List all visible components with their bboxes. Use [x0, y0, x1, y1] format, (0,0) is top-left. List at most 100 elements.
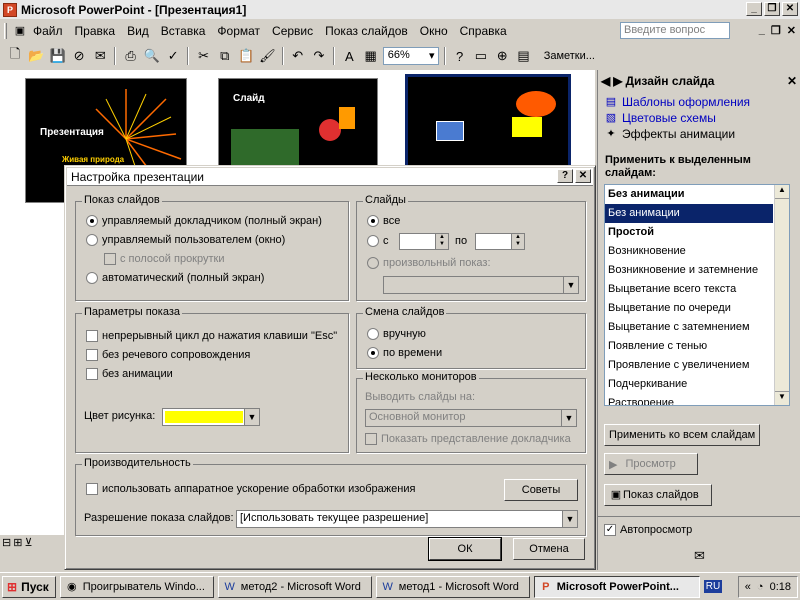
volume-icon[interactable]: ◔ — [757, 581, 764, 593]
opt-presenter-view[interactable]: Показать представление докладчика — [365, 433, 571, 445]
slideshow-button[interactable]: ▣ Показ слайдов — [604, 484, 712, 506]
display-monitor-select[interactable]: Основной монитор ▼ — [365, 409, 577, 427]
animation-list-item[interactable]: Выцветание всего текста — [605, 280, 773, 299]
dialog-help-button[interactable]: ? — [557, 169, 573, 183]
opt-scrollbar[interactable]: с полосой прокрутки — [104, 253, 224, 265]
animation-list-item[interactable]: Растворение — [605, 394, 773, 405]
slide-design-icon[interactable]: ▭ — [472, 46, 490, 66]
radio-individual[interactable] — [86, 234, 98, 246]
spelling-icon[interactable]: ✓ — [164, 46, 182, 66]
link-design-templates[interactable]: ▤ Шаблоны оформления — [604, 95, 750, 109]
dropdown-arrow-icon[interactable]: ▼ — [561, 410, 576, 426]
opt-manual[interactable]: вручную — [367, 328, 426, 340]
permission-icon[interactable]: ⊘ — [70, 46, 88, 66]
to-spinner[interactable]: ▲ ▼ — [475, 233, 525, 250]
opt-speaker[interactable]: управляемый докладчиком (полный экран) — [86, 215, 322, 227]
animation-list-item[interactable]: Появление с тенью — [605, 337, 773, 356]
ok-button[interactable]: ОК — [428, 537, 502, 561]
animation-list-item[interactable]: Подчеркивание — [605, 375, 773, 394]
redo-icon[interactable]: ↷ — [310, 46, 328, 66]
restore-button[interactable]: ❐ — [764, 2, 780, 16]
minimize-button[interactable]: _ — [746, 2, 762, 16]
radio-from[interactable] — [367, 235, 379, 247]
menu-insert[interactable]: Вставка — [155, 24, 212, 38]
menu-view[interactable]: Вид — [121, 24, 155, 38]
menu-window[interactable]: Окно — [414, 24, 454, 38]
scroll-down-icon[interactable]: ▼ — [775, 391, 789, 405]
scroll-up-icon[interactable]: ▲ — [775, 185, 789, 199]
menu-slideshow[interactable]: Показ слайдов — [319, 24, 414, 38]
grayscale-icon[interactable]: ▦ — [361, 46, 379, 66]
animation-list-item[interactable]: Проявление с увеличением — [605, 356, 773, 375]
email-icon[interactable]: ✉ — [91, 46, 109, 66]
menu-help[interactable]: Справка — [454, 24, 513, 38]
custom-show-select[interactable]: ▼ — [383, 276, 579, 294]
cut-icon[interactable]: ✂ — [194, 46, 212, 66]
checkbox-scrollbar[interactable] — [104, 253, 116, 265]
undo-icon[interactable]: ↶ — [289, 46, 307, 66]
tips-button[interactable]: Советы — [504, 479, 578, 501]
autopreview-checkbox[interactable]: ✓ — [604, 524, 616, 536]
radio-speaker[interactable] — [86, 215, 98, 227]
dialog-close-button[interactable]: ✕ — [575, 169, 591, 183]
animation-list-item[interactable]: Возникновение и затемнение — [605, 261, 773, 280]
opt-kiosk[interactable]: автоматический (полный экран) — [86, 272, 264, 284]
radio-kiosk[interactable] — [86, 272, 98, 284]
print-icon[interactable]: ⎙ — [121, 46, 139, 66]
format-painter-icon[interactable]: 🖌 — [258, 46, 276, 66]
doc-close-button[interactable]: ✕ — [787, 24, 796, 37]
radio-timings[interactable] — [367, 347, 379, 359]
back-icon[interactable]: ◀ — [601, 74, 610, 88]
notes-button[interactable]: Заметки... — [544, 50, 595, 62]
opt-timings[interactable]: по времени — [367, 347, 442, 359]
animation-list-item[interactable]: Без анимации — [605, 204, 773, 223]
doc-minimize-button[interactable]: _ — [759, 24, 765, 37]
opt-no-narration[interactable]: без речевого сопровождения — [86, 349, 250, 361]
forward-icon[interactable]: ▶ — [613, 74, 622, 88]
slideshow-view-icon[interactable]: ⊻ — [24, 536, 32, 552]
new-icon[interactable]: 🗋 — [6, 46, 24, 66]
task-word-2[interactable]: Wметод1 - Microsoft Word — [375, 575, 530, 598]
spinner-arrows-icon[interactable]: ▲ ▼ — [435, 234, 448, 249]
close-button[interactable]: ✕ — [782, 2, 798, 16]
zoom-select[interactable]: 66% — [382, 47, 439, 65]
checkbox-no-narration[interactable] — [86, 349, 98, 361]
checkbox-loop[interactable] — [86, 330, 98, 342]
link-animation-schemes[interactable]: ✦ Эффекты анимации — [604, 127, 735, 141]
opt-custom-show[interactable]: произвольный показ: — [367, 257, 491, 269]
copy-icon[interactable]: ⧉ — [216, 46, 234, 66]
checkbox-hw-accel[interactable] — [86, 483, 98, 495]
animation-list-item[interactable]: Возникновение — [605, 242, 773, 261]
animation-list-scrollbar[interactable]: ▲ ▼ — [774, 185, 789, 405]
tray-expand-icon[interactable]: « — [745, 581, 751, 593]
dropdown-arrow-icon[interactable]: ▼ — [244, 409, 259, 425]
show-formatting-icon[interactable]: A — [340, 46, 358, 66]
radio-all[interactable] — [367, 215, 379, 227]
task-powerpoint[interactable]: P Microsoft PowerPoint... — [533, 575, 700, 598]
pen-color-select[interactable]: ▼ — [162, 408, 260, 426]
menu-edit[interactable]: Правка — [69, 24, 122, 38]
opt-loop[interactable]: непрерывный цикл до нажатия клавиши "Esc… — [86, 330, 337, 342]
task-media-player[interactable]: ◉ Проигрыватель Windo... — [59, 575, 214, 598]
opt-hw-accel[interactable]: использовать аппаратное ускорение обрабо… — [86, 483, 415, 495]
apply-all-slides-button[interactable]: Применить ко всем слайдам — [604, 424, 761, 446]
mail-icon[interactable]: ✉ — [694, 548, 705, 564]
animation-list-item[interactable]: Выцветание с затемнением — [605, 318, 773, 337]
animation-list[interactable]: Без анимации Без анимации Простой Возникнов… — [604, 184, 790, 406]
ask-question-input[interactable]: Введите вопрос — [620, 22, 730, 39]
animation-list-item[interactable]: Выцветание по очереди — [605, 299, 773, 318]
save-icon[interactable]: 💾 — [49, 46, 67, 66]
dropdown-arrow-icon[interactable]: ▼ — [563, 277, 578, 293]
language-indicator[interactable]: RU — [703, 580, 723, 593]
resolution-select[interactable]: [Использовать текущее разрешение] ▼ — [236, 510, 578, 528]
animation-list-item[interactable]: Простой — [605, 223, 773, 242]
dropdown-arrow-icon[interactable]: ▼ — [562, 511, 577, 527]
start-button[interactable]: ⊞ Пуск — [2, 575, 56, 598]
autopreview-option[interactable]: ✓ Автопросмотр — [604, 524, 692, 536]
animation-list-item[interactable]: Без анимации — [605, 185, 773, 204]
from-spinner[interactable]: ▲ ▼ — [399, 233, 449, 250]
opt-from[interactable]: с — [367, 235, 389, 247]
doc-restore-button[interactable]: ❐ — [771, 24, 781, 37]
opt-individual[interactable]: управляемый пользователем (окно) — [86, 234, 285, 246]
new-slide-icon[interactable]: ⊕ — [493, 46, 511, 66]
